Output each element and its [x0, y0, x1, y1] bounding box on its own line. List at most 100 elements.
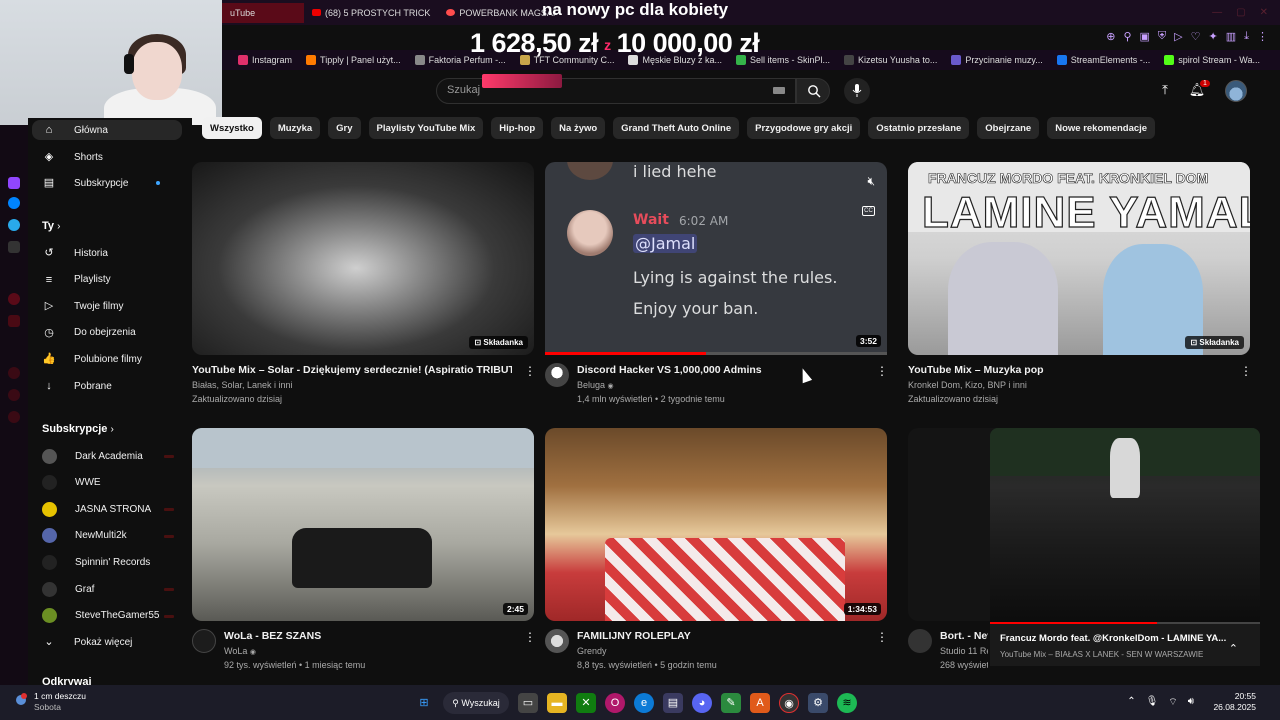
channel-name[interactable]: Studio 11 Re	[940, 646, 988, 656]
more-options-icon[interactable]: ⋮	[1240, 364, 1252, 378]
bookmark-heart-icon[interactable]: ♡	[1191, 30, 1201, 43]
channel-name[interactable]: Beluga ◉	[577, 380, 614, 390]
more-options-icon[interactable]: ⋮	[524, 364, 536, 378]
video-title[interactable]: WoLa - BEZ SZANS	[224, 630, 514, 642]
cast-icon[interactable]: ▷	[1174, 30, 1182, 43]
sidebar-subscription[interactable]: Dark Academia	[42, 446, 143, 466]
notes-icon[interactable]: ✎	[721, 693, 741, 713]
filter-chip[interactable]: Grand Theft Auto Online	[613, 117, 740, 139]
filter-chip[interactable]: Playlisty YouTube Mix	[368, 117, 484, 139]
miniplayer-title[interactable]: Francuz Mordo feat. @KronkelDom - LAMINE…	[1000, 633, 1226, 644]
adobe-icon[interactable]: A	[750, 693, 770, 713]
sidebar-subscription[interactable]: Graf	[42, 579, 94, 599]
close-icon[interactable]: ✕	[1260, 7, 1268, 18]
filter-chip[interactable]: Obejrzane	[977, 117, 1040, 139]
taskbar-clock[interactable]: 20:55 26.08.2025	[1213, 691, 1256, 713]
chevron-up-icon[interactable]: ⌃	[1229, 642, 1238, 655]
filter-chip[interactable]: Przygodowe gry akcji	[747, 117, 861, 139]
twitch-icon[interactable]	[8, 177, 20, 189]
sidebar-item[interactable]: ▷ Twoje filmy	[42, 296, 124, 316]
filter-chip[interactable]: Muzyka	[269, 117, 321, 139]
messenger-icon[interactable]	[8, 197, 20, 209]
sidebar-section-you[interactable]: Ty ›	[42, 220, 60, 232]
minimize-icon[interactable]: —	[1212, 7, 1222, 18]
telegram-icon[interactable]	[8, 219, 20, 231]
bookmark-item[interactable]: Kizetsu Yuusha to...	[844, 55, 937, 65]
captions-icon[interactable]: CC	[862, 206, 875, 216]
miniplayer[interactable]: Francuz Mordo feat. @KronkelDom - LAMINE…	[990, 428, 1260, 666]
player-icon[interactable]	[8, 315, 20, 327]
account-avatar[interactable]	[1225, 80, 1247, 102]
volume-icon[interactable]: 🔊︎	[1188, 696, 1194, 709]
pin-icon[interactable]: ⚲	[1123, 30, 1131, 43]
channel-name[interactable]: Grendy	[577, 646, 607, 656]
file-explorer-icon[interactable]: ▬	[547, 693, 567, 713]
x-icon[interactable]	[8, 241, 20, 253]
windows-start-icon[interactable]: ⊞	[414, 693, 434, 713]
spotify-icon[interactable]: ≋	[837, 693, 857, 713]
video-thumbnail[interactable]: ⊡ Składanka	[192, 162, 534, 355]
download-icon[interactable]: ⤓	[1244, 30, 1249, 43]
channel-avatar[interactable]	[545, 363, 569, 387]
filter-chip[interactable]: Ostatnio przesłane	[868, 117, 970, 139]
sidebar-item[interactable]: ≡ Playlisty	[42, 270, 111, 290]
history-rail-icon[interactable]	[8, 367, 20, 379]
settings-rail-icon[interactable]	[8, 389, 20, 401]
keyboard-icon[interactable]	[773, 87, 785, 94]
menu-icon[interactable]: ⋮	[1257, 30, 1268, 43]
filter-chip[interactable]: Gry	[328, 117, 361, 139]
browser-tab-youtube[interactable]: uTube	[222, 2, 304, 23]
edge-icon[interactable]: e	[634, 693, 654, 713]
search-button[interactable]	[796, 78, 830, 104]
more-options-icon[interactable]: ⋮	[876, 364, 888, 378]
bookmark-item[interactable]: StreamElements -...	[1056, 55, 1150, 65]
bookmark-item[interactable]: Instagram	[238, 55, 292, 65]
opera-icon[interactable]: O	[605, 693, 625, 713]
wifi-icon[interactable]: ⌔	[1168, 696, 1177, 709]
miniplayer-progress-bar[interactable]	[990, 622, 1260, 624]
voice-search-button[interactable]	[844, 78, 870, 104]
filter-chip[interactable]: Hip-hop	[491, 117, 544, 139]
sidebar-subscription[interactable]: NewMulti2k	[42, 526, 127, 546]
sidebar-item[interactable]: ◈ Shorts	[42, 147, 103, 167]
extension-icon[interactable]: ▣	[1140, 30, 1150, 43]
xbox-icon[interactable]: ✕	[576, 693, 596, 713]
discord-icon[interactable]: ◕	[692, 693, 712, 713]
sidebar-subscription[interactable]: Spinnin' Records	[42, 552, 150, 572]
upload-icon[interactable]: ⤒	[1156, 82, 1174, 100]
filter-chip[interactable]: Wszystko	[202, 117, 262, 139]
video-title[interactable]: YouTube Mix – Muzyka pop	[908, 364, 1228, 376]
video-title[interactable]: YouTube Mix – Solar - Dziękujemy serdecz…	[192, 364, 512, 376]
mute-icon[interactable]: 🔇︎	[867, 174, 875, 189]
taskbar-search[interactable]: ⚲ Wyszukaj	[443, 692, 509, 714]
settings-icon[interactable]: ⚙	[808, 693, 828, 713]
record-icon[interactable]	[8, 293, 20, 305]
task-view-icon[interactable]: ▭	[518, 693, 538, 713]
channel-avatar[interactable]	[908, 629, 932, 653]
sidebar-subscription[interactable]: WWE	[42, 473, 101, 493]
bookmark-item[interactable]: spirol Stream - Wa...	[1164, 55, 1260, 65]
video-title[interactable]: Discord Hacker VS 1,000,000 Admins	[577, 364, 867, 376]
video-thumbnail[interactable]: FRANCUZ MORDO FEAT. KRONKIEL DOM LAMINE …	[908, 162, 1250, 355]
sidebar-item[interactable]: ◷ Do obejrzenia	[42, 323, 136, 343]
store-icon[interactable]: ▤	[663, 693, 683, 713]
sidebar-subscription[interactable]: JASNA STRONA	[42, 499, 151, 519]
video-thumbnail[interactable]: 1:34:53	[545, 428, 887, 621]
channel-avatar[interactable]	[545, 629, 569, 653]
miniplayer-video[interactable]	[990, 428, 1260, 624]
video-title[interactable]: Bort. - Nev	[940, 630, 988, 642]
sidebar-section-subscriptions[interactable]: Subskrypcje ›	[42, 423, 114, 435]
filter-chip[interactable]: Nowe rekomendacje	[1047, 117, 1156, 139]
microphone-tray-icon[interactable]: 🎙︎	[1146, 696, 1159, 709]
obs-icon[interactable]: ◉	[779, 693, 799, 713]
sidebar-item[interactable]: ⌂ Główna	[32, 120, 182, 140]
video-title[interactable]: FAMILIJNY ROLEPLAY	[577, 630, 867, 642]
puzzle-icon[interactable]: ✦	[1209, 30, 1218, 43]
miniplayer-playlist[interactable]: YouTube Mix – BIAŁAS X LANEK - SEN W WAR…	[1000, 650, 1203, 659]
video-progress-bar[interactable]	[545, 352, 887, 355]
sidebar-item[interactable]: ↓ Pobrane	[42, 376, 112, 396]
video-thumbnail[interactable]: 2:45	[192, 428, 534, 621]
more-options-icon[interactable]: ⋮	[876, 630, 888, 644]
show-more-button[interactable]: ⌄ Pokaż więcej	[42, 632, 132, 652]
weather-widget[interactable]: 1 cm deszczu Sobota	[34, 691, 86, 713]
